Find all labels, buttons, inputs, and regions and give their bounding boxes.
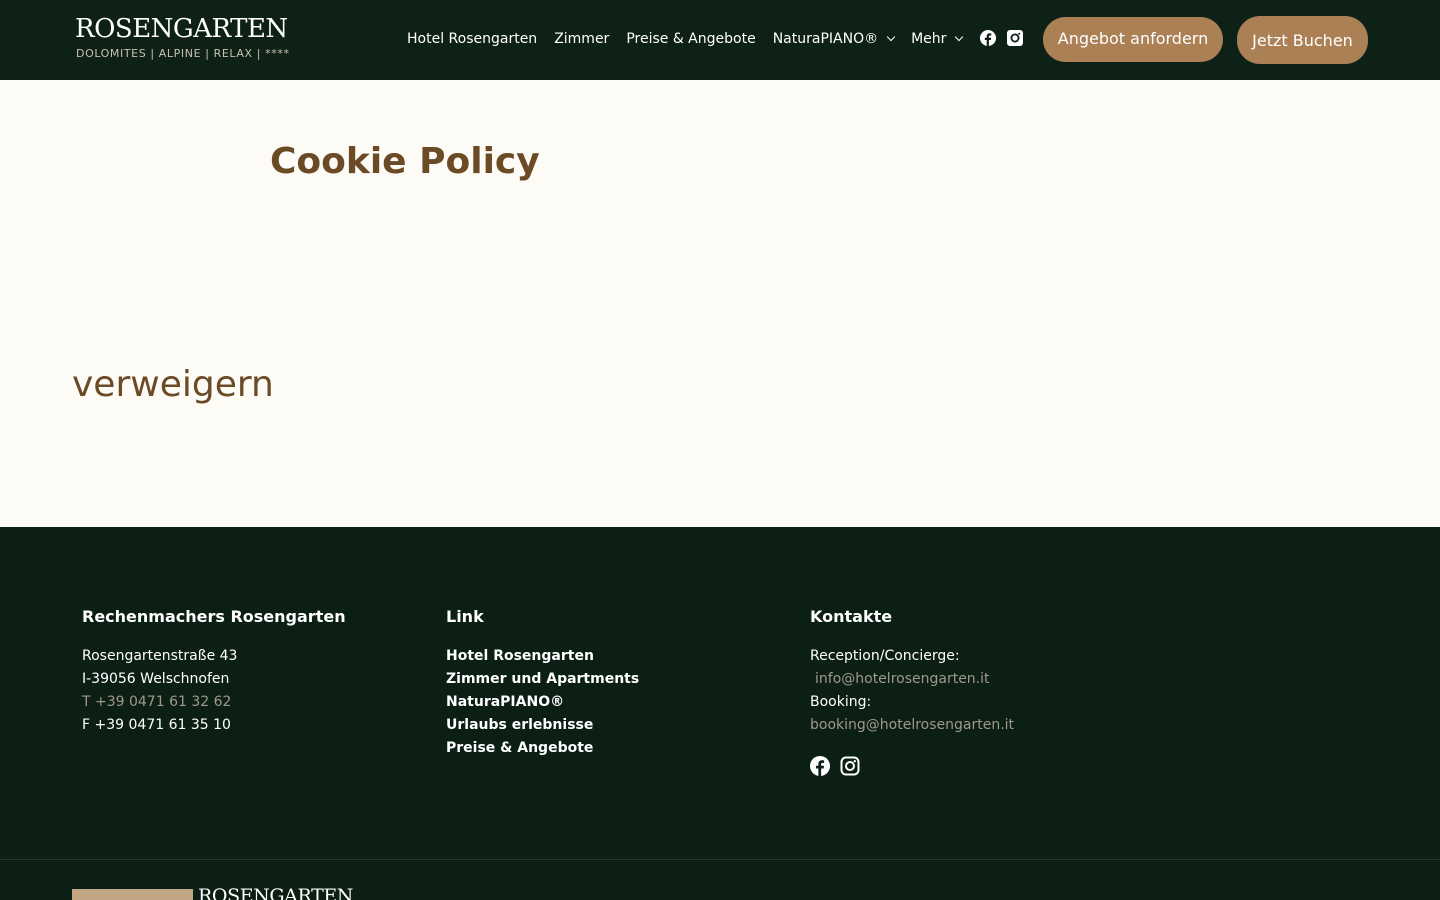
fax-number: F +39 0471 61 35 10: [82, 717, 231, 733]
phone-link[interactable]: T +39 0471 61 32 62: [82, 691, 346, 714]
book-now-button[interactable]: Jetzt Buchen: [1237, 16, 1368, 64]
footer-contact-column: Kontakte Reception/Concierge: info@hotel…: [810, 606, 1014, 737]
chevron-down-icon: [886, 32, 896, 42]
nav-item-label: Preise & Angebote: [626, 31, 756, 47]
footer-divider: [0, 859, 1440, 860]
facebook-icon[interactable]: [810, 756, 830, 776]
logo-tagline: DOLOMITES | ALPINE | RELAX | ****: [76, 47, 290, 60]
site-logo[interactable]: ROSENGARTEN DOLOMITES | ALPINE | RELAX |…: [75, 14, 289, 66]
address-city: I-39056 Welschnofen: [82, 671, 230, 687]
logo-wordmark: ROSENGARTEN: [75, 14, 288, 44]
footer-logo-wordmark[interactable]: ROSENGARTEN: [198, 885, 353, 900]
footer-link-naturapiano[interactable]: NaturaPIANO®: [446, 691, 639, 714]
request-offer-button[interactable]: Angebot anfordern: [1043, 17, 1223, 62]
page-title: Cookie Policy: [270, 141, 540, 182]
nav-item-naturapiano[interactable]: NaturaPIANO®: [772, 28, 896, 50]
footer-links-title: Link: [446, 607, 484, 626]
nav-item-preise-angebote[interactable]: Preise & Angebote: [626, 28, 755, 50]
instagram-icon[interactable]: [1007, 30, 1023, 46]
footer-contact-title: Kontakte: [810, 607, 893, 626]
nav-item-zimmer[interactable]: Zimmer: [554, 28, 609, 50]
site-footer: Rechenmachers Rosengarten Rosengartenstr…: [0, 527, 1440, 900]
footer-address-title: Rechenmachers Rosengarten: [82, 607, 346, 626]
footer-links-column: Link Hotel Rosengarten Zimmer und Apartm…: [446, 606, 639, 760]
main-nav: Hotel Rosengarten Zimmer Preise & Angebo…: [407, 28, 964, 50]
footer-link-zimmer-apartments[interactable]: Zimmer und Apartments: [446, 668, 639, 691]
chevron-down-icon: [955, 32, 964, 42]
reception-email-link[interactable]: info@hotelrosengarten.it: [815, 671, 990, 687]
instagram-icon[interactable]: [840, 756, 860, 776]
footer-link-urlaubs-erlebnisse[interactable]: Urlaubs erlebnisse: [446, 714, 639, 737]
nav-item-label: Zimmer: [554, 31, 610, 47]
footer-link-preise-angebote[interactable]: Preise & Angebote: [446, 737, 639, 760]
nav-item-label: Hotel Rosengarten: [407, 31, 538, 47]
address-street: Rosengartenstraße 43: [82, 648, 238, 664]
reception-label: Reception/Concierge:: [810, 648, 960, 664]
booking-email-link[interactable]: booking@hotelrosengarten.it: [810, 717, 1014, 733]
site-header: ROSENGARTEN DOLOMITES | ALPINE | RELAX |…: [0, 0, 1440, 80]
footer-address-column: Rechenmachers Rosengarten Rosengartenstr…: [82, 606, 346, 737]
nav-item-label: Mehr: [911, 31, 947, 47]
nav-item-label: NaturaPIANO®: [772, 31, 879, 47]
facebook-icon[interactable]: [980, 30, 996, 46]
footer-link-hotel-rosengarten[interactable]: Hotel Rosengarten: [446, 645, 639, 668]
booking-label: Booking:: [810, 694, 872, 710]
nav-item-hotel-rosengarten[interactable]: Hotel Rosengarten: [407, 28, 537, 50]
footer-logo-image: [72, 889, 193, 900]
refuse-cookies-link[interactable]: verweigern: [72, 363, 274, 407]
nav-item-mehr[interactable]: Mehr: [911, 28, 964, 50]
